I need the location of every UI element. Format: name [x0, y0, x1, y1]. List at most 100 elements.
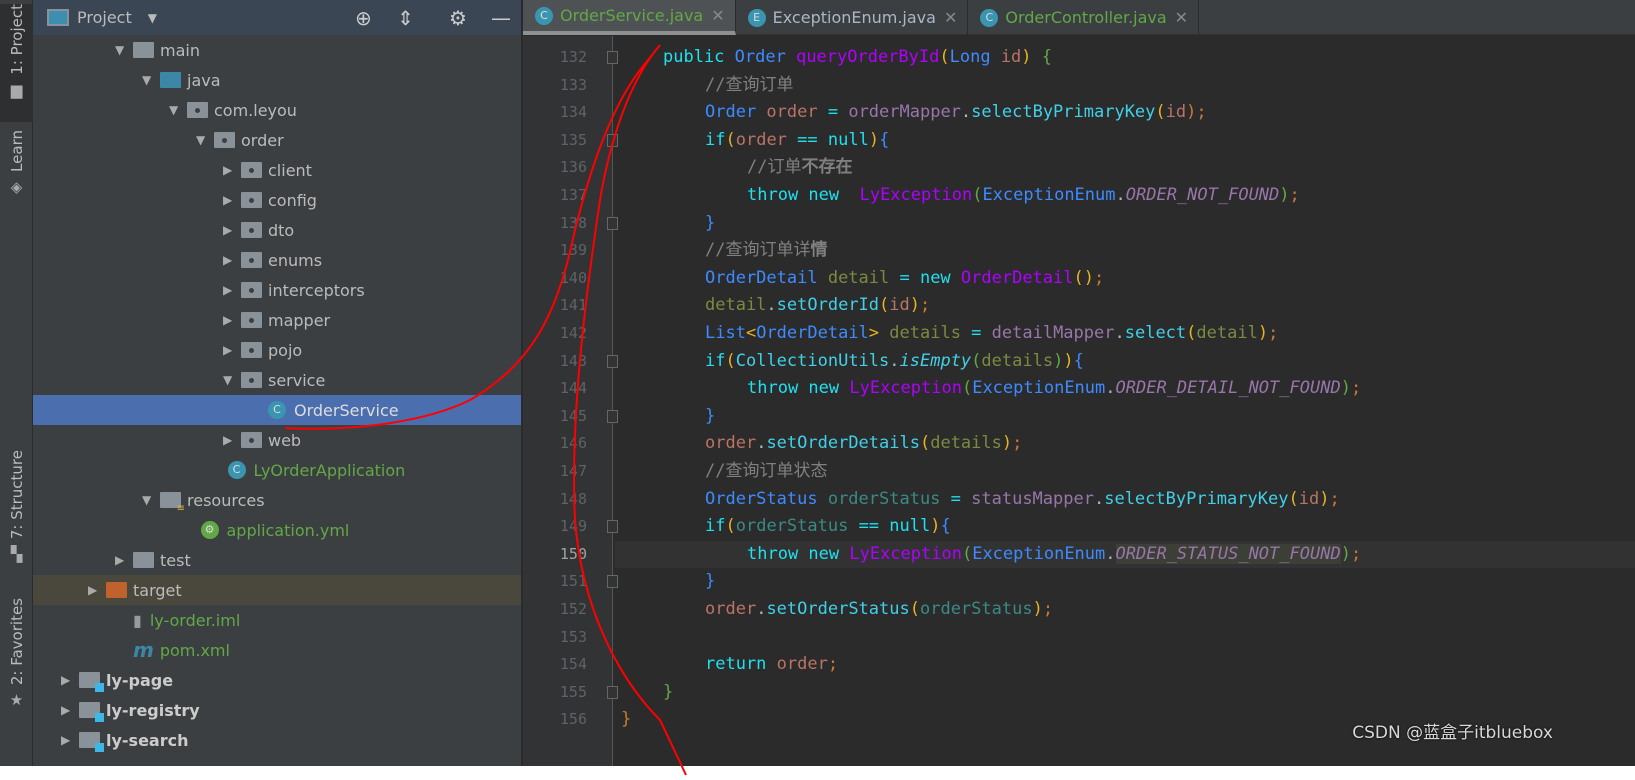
expand-arrow-icon[interactable]: ▼ [142, 73, 160, 87]
line-number: 145 [559, 406, 587, 425]
tree-item[interactable]: ▶ config [33, 185, 521, 215]
expand-arrow-icon[interactable]: ▼ [223, 373, 241, 387]
code-token: . [1114, 323, 1125, 343]
close-icon[interactable]: ✕ [711, 6, 724, 25]
code-token: } [705, 571, 716, 592]
tree-item[interactable]: ▶ ly-search [33, 725, 521, 755]
collapse-all-icon[interactable]: ⇕ [397, 6, 414, 30]
fold-marker-icon[interactable] [607, 575, 618, 589]
collapse-arrow-icon[interactable]: ▶ [223, 313, 241, 327]
gear-icon[interactable]: ⚙ [449, 6, 467, 30]
project-tool-tab[interactable]: 1: Project ▆ [0, 4, 33, 122]
fold-marker-icon[interactable] [607, 133, 618, 147]
code-token: ORDER_DETAIL_NOT_FOUND [1115, 378, 1341, 399]
close-icon[interactable]: ✕ [1175, 8, 1188, 27]
code-token: ; [1350, 378, 1362, 399]
tree-item[interactable]: ▶ mapper [33, 305, 521, 335]
tree-item[interactable]: ▼ order [33, 125, 521, 155]
code-editor[interactable]: 132 133 134 135 136 137 138 139 140 141 142 143 144 1… [523, 36, 1635, 766]
code-token: ( [1186, 323, 1197, 343]
tree-item[interactable]: m pom.xml [33, 635, 521, 665]
code-token: ; [1350, 543, 1362, 564]
collapse-arrow-icon[interactable]: ▶ [223, 343, 241, 357]
collapse-arrow-icon[interactable]: ▶ [61, 703, 79, 717]
structure-tab-label: 7: Structure [7, 450, 26, 540]
tree-item[interactable]: ▶ client [33, 155, 521, 185]
tree-item[interactable]: ⚙ application.yml [33, 515, 521, 545]
code-token: orderStatus [919, 599, 1033, 619]
tree-item[interactable]: ▼ java [33, 65, 521, 95]
fold-marker-icon[interactable] [607, 51, 618, 64]
tree-item[interactable]: ▶ enums [33, 245, 521, 275]
code-token: ) [1021, 47, 1042, 67]
line-number: 155 [559, 682, 587, 701]
code-token: //订单 [747, 157, 802, 178]
fold-marker-icon[interactable] [607, 409, 618, 423]
learn-tool-tab[interactable]: Learn ◈ [0, 130, 33, 196]
favorites-tool-tab[interactable]: 2: Favorites ★ [0, 598, 33, 709]
project-view-selector[interactable]: Project [77, 8, 132, 27]
structure-tool-tab[interactable]: 7: Structure ▚ [0, 450, 33, 563]
code-token: ) [1032, 599, 1043, 619]
hide-icon[interactable]: — [491, 6, 511, 30]
collapse-arrow-icon[interactable]: ▶ [223, 433, 241, 447]
collapse-arrow-icon[interactable]: ▶ [61, 673, 79, 687]
tree-item-label: java [187, 70, 221, 90]
collapse-arrow-icon[interactable]: ▶ [223, 253, 241, 267]
fold-marker-icon[interactable] [607, 354, 618, 368]
tree-item[interactable]: ▶ ly-registry [33, 695, 521, 725]
collapse-arrow-icon[interactable]: ▶ [88, 583, 106, 597]
package-icon [241, 252, 262, 268]
code-token: ORDER_NOT_FOUND [1125, 185, 1280, 205]
code-token: ) [1257, 323, 1269, 343]
fold-marker-icon[interactable] [607, 685, 618, 699]
tree-item[interactable]: ▼ com.leyou [33, 95, 521, 125]
code-token: ( [972, 185, 983, 205]
file-type-icon: C [980, 8, 999, 27]
close-icon[interactable]: ✕ [944, 8, 957, 27]
editor-tab[interactable]: E ExceptionEnum.java ✕ [736, 0, 969, 35]
collapse-arrow-icon[interactable]: ▶ [223, 193, 241, 207]
tree-item[interactable]: ▼ service [33, 365, 521, 395]
collapse-arrow-icon[interactable]: ▶ [223, 163, 241, 177]
collapse-arrow-icon[interactable]: ▶ [115, 553, 133, 567]
code-token: details [889, 323, 972, 343]
code-token: ( [725, 350, 736, 371]
tree-item[interactable]: C LyOrderApplication [33, 455, 521, 485]
fold-marker-icon[interactable] [607, 520, 618, 534]
collapse-arrow-icon[interactable]: ▶ [61, 733, 79, 747]
expand-arrow-icon[interactable]: ▼ [196, 133, 214, 147]
tree-item[interactable]: ▶ target [33, 575, 521, 605]
tree-item[interactable]: ▶ dto [33, 215, 521, 245]
package-icon [241, 312, 262, 328]
expand-arrow-icon[interactable]: ▼ [169, 103, 187, 117]
tree-item[interactable]: ▼ main [33, 35, 521, 65]
fold-marker-icon[interactable] [607, 216, 618, 230]
collapse-arrow-icon[interactable]: ▶ [223, 283, 241, 297]
tree-item[interactable]: ▶ test [33, 545, 521, 575]
tree-item[interactable]: ▶ interceptors [33, 275, 521, 305]
tree-item[interactable]: ▶ pojo [33, 335, 521, 365]
tree-item[interactable]: ▶ ly-page [33, 665, 521, 695]
chevron-down-icon[interactable]: ▼ [148, 11, 157, 25]
tree-item[interactable]: ▶ web [33, 425, 521, 455]
locate-icon[interactable]: ⊕ [355, 6, 372, 30]
code-token: ) [1319, 488, 1330, 509]
code-line: List<OrderDetail> details = detailMapper… [705, 320, 1278, 347]
code-token: = [950, 488, 972, 509]
tree-item[interactable]: ▼ resources [33, 485, 521, 515]
star-icon: ★ [9, 691, 24, 710]
expand-arrow-icon[interactable]: ▼ [115, 43, 133, 57]
editor-tab[interactable]: C OrderController.java ✕ [968, 0, 1200, 35]
tree-item[interactable]: ▮ ly-order.iml [33, 605, 521, 635]
code-token: ; [920, 295, 931, 316]
expand-arrow-icon[interactable]: ▼ [142, 493, 160, 507]
code-token: order [705, 433, 757, 454]
line-number: 135 [559, 130, 587, 149]
code-token: setOrderStatus [766, 599, 910, 619]
editor-tab[interactable]: C OrderService.java ✕ [523, 0, 736, 35]
tree-item[interactable]: C OrderService [33, 395, 521, 425]
package-icon [187, 102, 208, 118]
collapse-arrow-icon[interactable]: ▶ [223, 223, 241, 237]
code-token: ExceptionEnum [972, 543, 1106, 564]
